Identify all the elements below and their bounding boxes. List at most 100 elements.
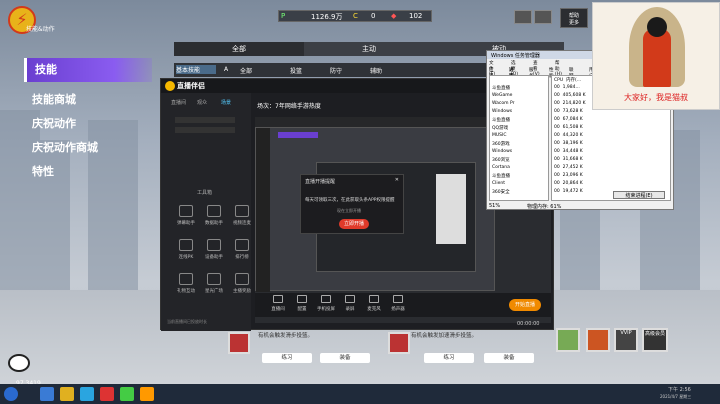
scene-item[interactable]	[175, 117, 235, 123]
toolbar-button-icon[interactable]	[321, 295, 331, 303]
table-row[interactable]: 00 1,984...	[554, 85, 580, 90]
filter-defense[interactable]: 防守	[330, 66, 342, 75]
practice-button[interactable]: 练习	[424, 353, 474, 363]
all-filter[interactable]: 全部	[240, 66, 252, 75]
mail-icon[interactable]	[514, 10, 532, 24]
toolbar-button-label[interactable]: 配置	[291, 306, 313, 312]
process-name[interactable]: QQ游戏	[492, 125, 508, 131]
folder-icon[interactable]	[60, 387, 74, 401]
toolbar-button-icon[interactable]	[369, 295, 379, 303]
skill-card-icon[interactable]	[182, 332, 212, 354]
sidebar-item-celebrations[interactable]: 庆祝动作	[24, 112, 152, 136]
table-row[interactable]: 00 34,448 K	[554, 149, 583, 154]
vvip-lock[interactable]: VVIP	[614, 328, 638, 352]
tool-icon[interactable]	[235, 205, 249, 217]
filter-assist[interactable]: 辅助	[370, 66, 382, 75]
process-name[interactable]: Cortana	[492, 165, 510, 170]
table-row[interactable]: 00 67,084 K	[554, 117, 583, 122]
tab-all[interactable]: 全部	[174, 42, 304, 56]
tool-icon[interactable]	[207, 273, 221, 285]
live-left-tab-2[interactable]: 观众	[197, 99, 207, 106]
cpu-usage: 51%	[489, 203, 501, 209]
cpu-header[interactable]: CPU	[554, 78, 563, 83]
tool-icon[interactable]	[235, 273, 249, 285]
tool-icon[interactable]	[179, 273, 193, 285]
table-row[interactable]: 00 19,472 K	[554, 189, 583, 194]
process-name[interactable]: MUSIC	[492, 133, 507, 138]
table-row[interactable]: 00 38,196 K	[554, 141, 583, 146]
toolbar-button-label[interactable]: 扬声器	[387, 306, 409, 312]
table-row[interactable]: 00 73,628 K	[554, 109, 583, 114]
toolbar-button-icon[interactable]	[297, 295, 307, 303]
dialog-confirm-button[interactable]: 立即开播	[339, 219, 369, 229]
table-row[interactable]: 00 23,096 K	[554, 173, 583, 178]
sidebar-item-celebration-shop[interactable]: 庆祝动作商城	[24, 136, 152, 160]
toolbar-button-label[interactable]: 麦克风	[363, 306, 385, 312]
process-name[interactable]: 斗鱼直播	[492, 117, 510, 123]
tab-active[interactable]: 主动	[304, 42, 434, 56]
process-name-col: 斗鱼直播 WeGame Wacom Pr Windows 斗鱼直播 QQ游戏 MUSIC 36…	[489, 75, 549, 201]
sidebar-item-skill-shop[interactable]: 技能商城	[24, 88, 152, 112]
equip-button[interactable]: 装备	[320, 353, 370, 363]
toolbar-button-icon[interactable]	[273, 295, 283, 303]
column-header[interactable]: CPU 内存(...	[554, 77, 581, 83]
dialog-body: 每天可领取三次，在此获取头条APP权限提醒	[305, 198, 395, 203]
process-name[interactable]: Windows	[492, 149, 512, 154]
skill-card-icon[interactable]	[586, 328, 610, 352]
cpu-cell: 00	[554, 85, 560, 90]
skill-card-icon[interactable]	[556, 328, 580, 352]
process-name[interactable]: 360浏览	[492, 157, 510, 163]
live-app-logo-icon	[165, 81, 175, 91]
tool-icon[interactable]	[179, 205, 193, 217]
table-row[interactable]: 00 31,668 K	[554, 157, 583, 162]
toolbar-button-icon[interactable]	[345, 295, 355, 303]
app-icon[interactable]	[120, 387, 134, 401]
app-icon[interactable]	[80, 387, 94, 401]
table-row[interactable]: 00 61,508 K	[554, 125, 583, 130]
app-icon[interactable]	[140, 387, 154, 401]
process-name[interactable]: Windows	[492, 109, 512, 114]
toolbar-button-label[interactable]: 录屏	[339, 306, 361, 312]
sidebar-item-skills[interactable]: 技能	[24, 58, 152, 82]
process-name[interactable]: Client	[492, 181, 505, 186]
table-row[interactable]: 00 214,820 K	[554, 101, 586, 106]
process-name[interactable]: 斗鱼直播	[492, 173, 510, 179]
chat-icon[interactable]	[8, 354, 30, 372]
ie-icon[interactable]	[40, 387, 54, 401]
process-name[interactable]: 斗鱼直播	[492, 85, 510, 91]
filter-shoot[interactable]: 投篮	[290, 66, 302, 75]
tool-label: 星光广场	[205, 289, 223, 294]
process-name[interactable]: Wacom Pr	[492, 101, 514, 106]
process-name[interactable]: 360游戏	[492, 141, 510, 147]
basic-skills-button[interactable]: 基本技能	[176, 65, 216, 74]
dialog-close-icon[interactable]: ✕	[395, 177, 399, 183]
table-row[interactable]: 00 20,864 K	[554, 181, 583, 186]
help-button[interactable]: 帮助 更多	[560, 8, 588, 28]
start-live-button[interactable]: 开始直播	[509, 299, 541, 311]
process-name[interactable]: 360安全	[492, 189, 510, 195]
premium-member-lock[interactable]: 高级会员	[642, 328, 668, 352]
notification-icon[interactable]	[534, 10, 552, 24]
tool-icon[interactable]	[207, 239, 221, 251]
toolbar-button-icon[interactable]	[393, 295, 403, 303]
table-row[interactable]: 00 27,452 K	[554, 165, 583, 170]
tool-icon[interactable]	[207, 205, 221, 217]
table-row[interactable]: 00 44,320 K	[554, 133, 583, 138]
toolbar-button-label[interactable]: 直播间	[267, 306, 289, 312]
live-left-tab-1[interactable]: 直播间	[171, 99, 186, 106]
start-icon[interactable]	[4, 387, 18, 401]
sidebar-item-traits[interactable]: 特性	[24, 160, 152, 184]
table-row[interactable]: 00 405,608 K	[554, 93, 586, 98]
tool-icon[interactable]	[235, 239, 249, 251]
cpu-cell: 00	[554, 117, 560, 122]
equip-button[interactable]: 装备	[484, 353, 534, 363]
tool-icon[interactable]	[179, 239, 193, 251]
toolbar-button-label[interactable]: 手机投屏	[315, 306, 337, 312]
live-left-tab-3[interactable]: 场景	[221, 99, 231, 106]
app-icon[interactable]	[100, 387, 114, 401]
scene-item[interactable]	[175, 127, 235, 133]
practice-button[interactable]: 练习	[262, 353, 312, 363]
mem-header[interactable]: 内存(...	[566, 78, 581, 83]
process-name[interactable]: WeGame	[492, 93, 512, 98]
end-process-button[interactable]: 结束进程(E)	[613, 191, 665, 199]
